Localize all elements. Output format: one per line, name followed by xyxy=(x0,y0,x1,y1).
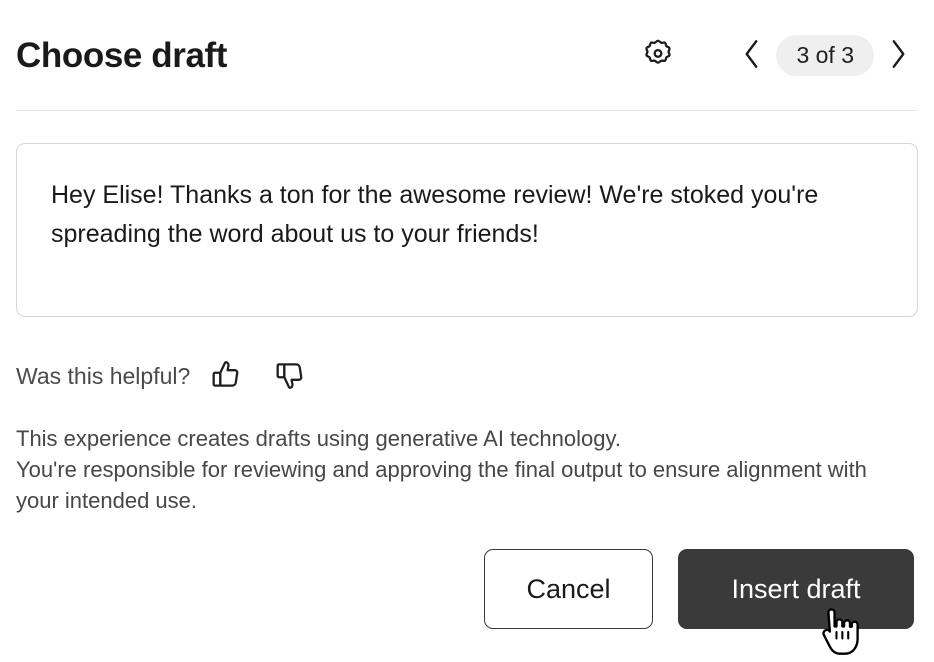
previous-draft-button[interactable] xyxy=(732,33,772,77)
disclaimer-line-1: This experience creates drafts using gen… xyxy=(16,426,621,451)
gear-icon xyxy=(642,38,674,73)
header-divider xyxy=(16,110,918,111)
dialog-footer: Cancel Insert draft xyxy=(0,549,934,629)
feedback-row: Was this helpful? xyxy=(16,356,310,396)
draft-text: Hey Elise! Thanks a ton for the awesome … xyxy=(51,181,819,248)
cancel-button[interactable]: Cancel xyxy=(484,549,653,629)
disclaimer-line-2: You're responsible for reviewing and app… xyxy=(16,457,867,513)
next-draft-button[interactable] xyxy=(878,33,918,77)
ai-disclaimer: This experience creates drafts using gen… xyxy=(16,423,896,516)
thumbs-up-icon xyxy=(209,358,243,395)
settings-button[interactable] xyxy=(636,33,680,77)
choose-draft-dialog: Choose draft 3 of 3 Hey Elise! Thanks a … xyxy=(0,0,934,658)
chevron-right-icon xyxy=(885,37,911,74)
insert-draft-button[interactable]: Insert draft xyxy=(678,549,914,629)
feedback-label: Was this helpful? xyxy=(16,362,191,389)
page-title: Choose draft xyxy=(16,35,228,75)
draft-pagination: 3 of 3 xyxy=(732,33,918,77)
header-actions: 3 of 3 xyxy=(636,33,918,77)
draft-counter: 3 of 3 xyxy=(776,34,874,76)
draft-text-box[interactable]: Hey Elise! Thanks a ton for the awesome … xyxy=(16,143,918,317)
dialog-header: Choose draft 3 of 3 xyxy=(0,0,934,110)
thumbs-up-button[interactable] xyxy=(206,356,246,396)
chevron-left-icon xyxy=(739,37,765,74)
thumbs-down-icon xyxy=(273,358,307,395)
thumbs-down-button[interactable] xyxy=(270,356,310,396)
